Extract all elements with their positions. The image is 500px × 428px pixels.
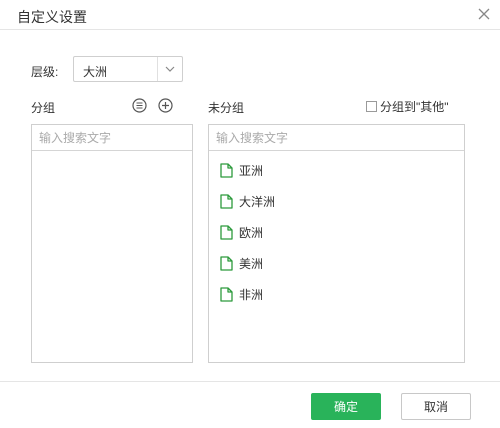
document-icon bbox=[220, 194, 233, 209]
list-item-label: 亚洲 bbox=[239, 164, 264, 178]
ungrouped-search-box bbox=[209, 125, 464, 151]
group-list-button[interactable] bbox=[131, 97, 147, 113]
ungrouped-search-input[interactable] bbox=[209, 125, 464, 150]
ungrouped-label: 未分组 bbox=[208, 101, 245, 115]
grouped-search-input[interactable] bbox=[32, 125, 192, 150]
grouped-panel bbox=[31, 124, 193, 363]
list-circle-icon bbox=[131, 97, 147, 113]
list-item-label: 大洋洲 bbox=[239, 195, 276, 209]
cancel-button[interactable]: 取消 bbox=[401, 393, 471, 420]
dialog-footer: 确定 取消 bbox=[0, 381, 500, 428]
grouped-label: 分组 bbox=[31, 101, 56, 115]
list-item[interactable]: 美洲 bbox=[209, 248, 464, 279]
plus-circle-icon bbox=[157, 97, 173, 113]
ungrouped-panel: 亚洲 大洋洲 欧洲 美洲 bbox=[208, 124, 465, 363]
custom-settings-dialog: 自定义设置 层级: 大洲 分组 未分组 分组到"其他" 输入搜索文字 输入搜索文… bbox=[0, 0, 500, 428]
level-select-value: 大洲 bbox=[83, 65, 108, 79]
ok-button[interactable]: 确定 bbox=[311, 393, 381, 420]
list-item-label: 非洲 bbox=[239, 288, 264, 302]
document-icon bbox=[220, 287, 233, 302]
level-label: 层级: bbox=[31, 65, 59, 79]
document-icon bbox=[220, 225, 233, 240]
group-to-other-checkbox[interactable]: 分组到"其他" bbox=[366, 98, 449, 114]
chevron-down-icon[interactable] bbox=[157, 57, 182, 81]
list-item[interactable]: 欧洲 bbox=[209, 217, 464, 248]
ungrouped-list: 亚洲 大洋洲 欧洲 美洲 非洲 bbox=[209, 155, 464, 310]
level-select[interactable]: 大洲 bbox=[73, 56, 183, 82]
group-to-other-label: 分组到"其他" bbox=[380, 99, 449, 114]
list-item[interactable]: 大洋洲 bbox=[209, 186, 464, 217]
checkbox-box[interactable] bbox=[366, 100, 377, 112]
grouped-search-box bbox=[32, 125, 192, 151]
document-icon bbox=[220, 256, 233, 271]
close-icon bbox=[478, 8, 490, 20]
list-item-label: 美洲 bbox=[239, 257, 264, 271]
add-group-button[interactable] bbox=[157, 97, 173, 113]
list-item-label: 欧洲 bbox=[239, 226, 264, 240]
close-button[interactable] bbox=[474, 4, 494, 24]
list-item[interactable]: 亚洲 bbox=[209, 155, 464, 186]
dialog-titlebar: 自定义设置 bbox=[0, 0, 500, 30]
list-item[interactable]: 非洲 bbox=[209, 279, 464, 310]
dialog-title: 自定义设置 bbox=[17, 9, 87, 25]
document-icon bbox=[220, 163, 233, 178]
